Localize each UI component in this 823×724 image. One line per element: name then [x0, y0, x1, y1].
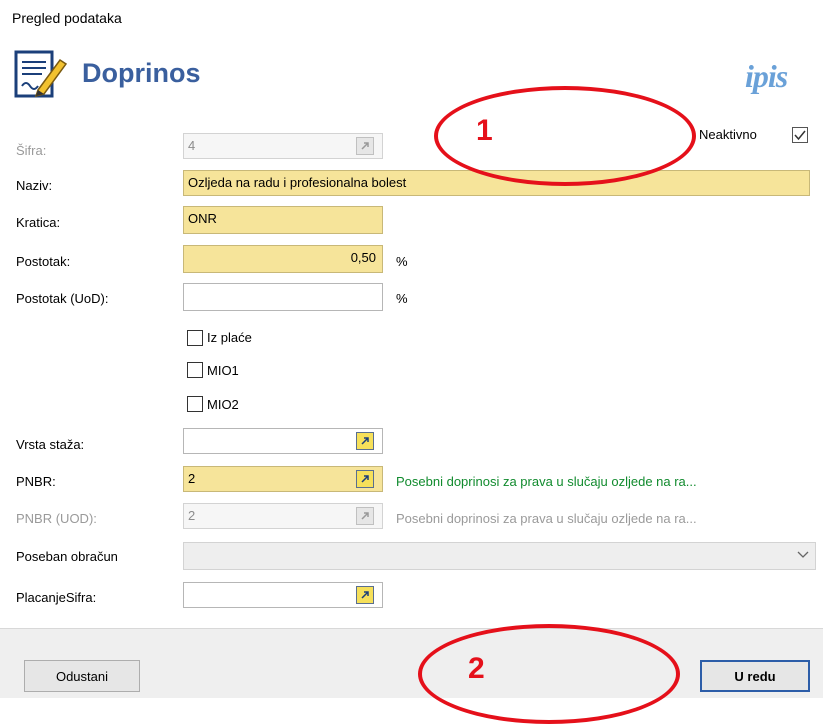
sifra-label: Šifra: — [16, 143, 47, 158]
neaktivno-label: Neaktivno — [699, 127, 757, 142]
pnbr-description: Posebni doprinosi za prava u slučaju ozl… — [396, 474, 697, 489]
iz-place-label: Iz plaće — [207, 330, 252, 345]
lookup-arrow-icon — [361, 437, 369, 445]
annotation-number-1: 1 — [476, 114, 493, 147]
postotak-uod-label: Postotak (UoD): — [16, 291, 109, 306]
pnbr-uod-label: PNBR (UOD): — [16, 511, 97, 526]
annotation-ellipse-2 — [418, 624, 680, 724]
pnbr-uod-input: 2 — [183, 503, 383, 529]
postotak-unit: % — [396, 254, 408, 269]
pnbr-label: PNBR: — [16, 474, 56, 489]
vrsta-staza-lookup-button[interactable] — [356, 432, 374, 450]
vrsta-staza-label: Vrsta staža: — [16, 437, 85, 452]
kratica-input[interactable]: ONR — [183, 206, 383, 234]
sifra-lookup-button — [356, 137, 374, 155]
pnbr-uod-description: Posebni doprinosi za prava u slučaju ozl… — [396, 511, 697, 526]
mio1-checkbox[interactable] — [187, 362, 203, 378]
lookup-arrow-icon — [361, 512, 369, 520]
vrsta-staza-input[interactable] — [183, 428, 383, 454]
placanje-sifra-label: PlacanjeSifra: — [16, 590, 97, 605]
naziv-label: Naziv: — [16, 178, 53, 193]
postotak-input[interactable]: 0,50 — [183, 245, 383, 273]
pnbr-input[interactable]: 2 — [183, 466, 383, 492]
checkmark-icon — [794, 130, 806, 141]
pnbr-lookup-button[interactable] — [356, 470, 374, 488]
postotak-uod-input[interactable] — [183, 283, 383, 311]
poseban-obracun-select[interactable] — [183, 542, 816, 570]
iz-place-checkbox[interactable] — [187, 330, 203, 346]
lookup-arrow-icon — [361, 475, 369, 483]
postotak-uod-unit: % — [396, 291, 408, 306]
mio2-checkbox[interactable] — [187, 396, 203, 412]
poseban-obracun-label: Poseban obračun — [16, 549, 118, 564]
lookup-arrow-icon — [361, 591, 369, 599]
lookup-arrow-icon — [361, 142, 369, 150]
chevron-down-icon — [797, 551, 809, 558]
neaktivno-checkbox[interactable] — [792, 127, 808, 143]
ipis-logo: ipis — [745, 58, 788, 94]
page-title: Doprinos — [82, 58, 201, 88]
sifra-field: 4 — [183, 133, 383, 159]
mio2-label: MIO2 — [207, 397, 239, 412]
kratica-label: Kratica: — [16, 215, 61, 230]
postotak-label: Postotak: — [16, 254, 71, 269]
pnbr-uod-lookup-button — [356, 507, 374, 525]
annotation-ellipse-1 — [434, 86, 696, 186]
window-title: Pregled podataka — [12, 10, 122, 26]
placanje-sifra-input[interactable] — [183, 582, 383, 608]
mio1-label: MIO1 — [207, 363, 239, 378]
ok-button[interactable]: U redu — [700, 660, 810, 692]
document-edit-icon — [12, 50, 68, 98]
sifra-value: 4 — [188, 138, 196, 153]
placanje-sifra-lookup-button[interactable] — [356, 586, 374, 604]
annotation-number-2: 2 — [468, 652, 485, 685]
cancel-button[interactable]: Odustani — [24, 660, 140, 692]
